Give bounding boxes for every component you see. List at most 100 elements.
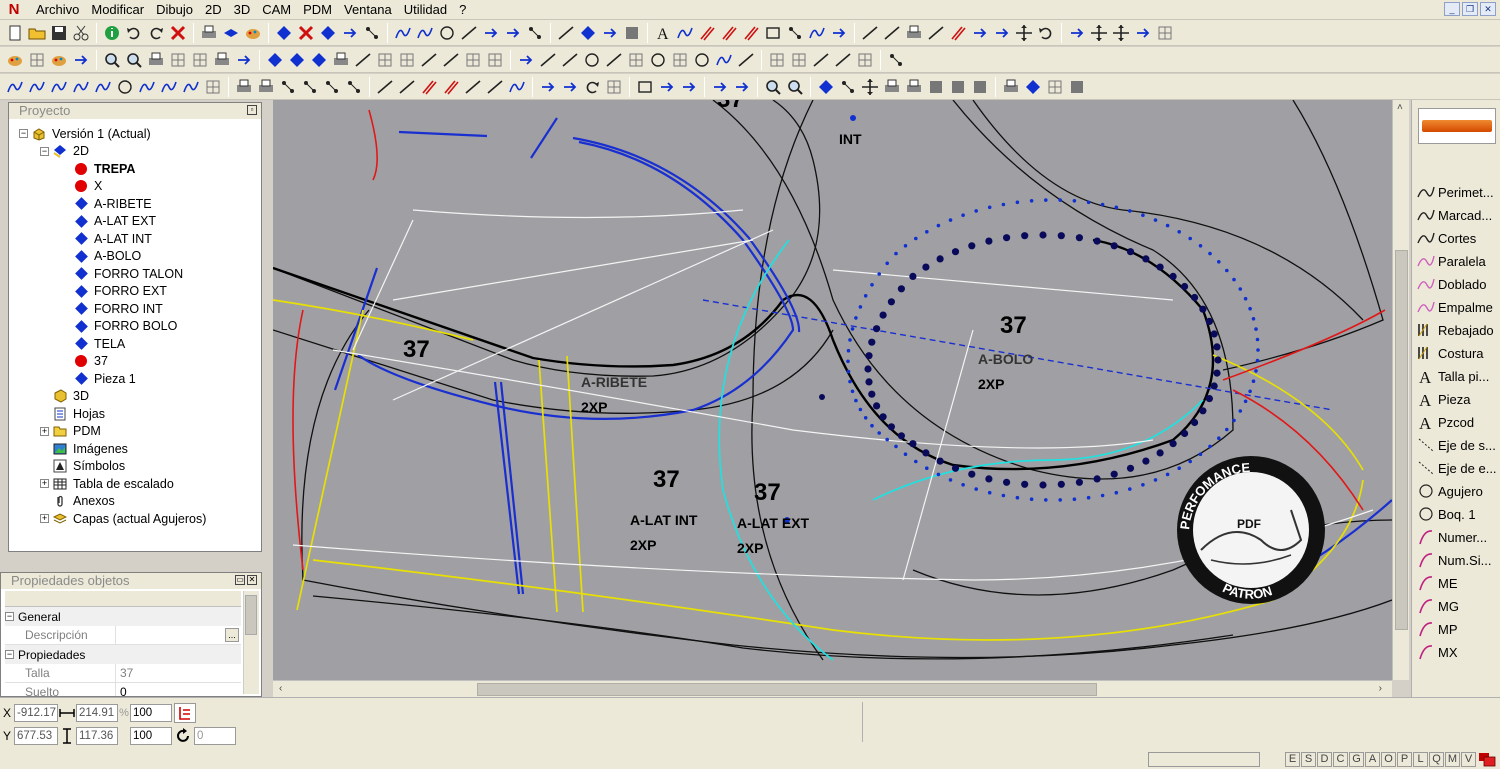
minimize-icon[interactable]: _ [1444,2,1460,16]
menu-2d[interactable]: 2D [199,0,228,20]
redo-icon[interactable] [581,76,603,98]
arrow-icon[interactable] [537,76,559,98]
status-toggle-s[interactable]: S [1301,752,1316,767]
parallel-icon[interactable] [440,76,462,98]
tree-item-pieza-1[interactable]: Pieza 1 [19,370,261,388]
print-icon[interactable] [233,76,255,98]
tree-item-forro-talon[interactable]: FORRO TALON [19,265,261,283]
circle-icon[interactable] [114,76,136,98]
collapse-icon[interactable]: − [5,612,14,621]
ruler-icon[interactable] [174,703,196,723]
line-icon[interactable] [440,49,462,71]
close-icon[interactable]: ✕ [1480,2,1496,16]
line-icon[interactable] [735,49,757,71]
box-icon[interactable] [621,22,643,44]
delete-icon[interactable] [167,22,189,44]
line-icon[interactable] [859,22,881,44]
tool-scale-axis[interactable]: Eje de e... [1416,457,1497,479]
grid-icon[interactable] [669,49,691,71]
tree-item-forro-int[interactable]: FORRO INT [19,300,261,318]
line-icon[interactable] [374,76,396,98]
tool-marker[interactable]: Marcad... [1416,204,1492,226]
tool-cuts[interactable]: Cortes [1416,227,1476,249]
zoom-icon[interactable] [123,49,145,71]
status-toggle-p[interactable]: P [1397,752,1412,767]
y-coordinate-field[interactable]: 677.53 [14,727,58,745]
close-panel-icon[interactable]: ✕ [247,575,257,585]
tree-item-3d[interactable]: 3D [19,388,261,406]
line-icon[interactable] [458,22,480,44]
grid-icon[interactable] [202,76,224,98]
node-icon[interactable] [837,76,859,98]
zoom-field-1[interactable]: 100 [130,704,172,722]
open-folder-icon[interactable] [26,22,48,44]
info-icon[interactable] [101,22,123,44]
status-toggle-e[interactable]: E [1285,752,1300,767]
node-icon[interactable] [885,49,907,71]
curve-icon[interactable] [158,76,180,98]
move-icon[interactable] [859,76,881,98]
node-icon[interactable] [299,76,321,98]
grid-icon[interactable] [189,49,211,71]
scroll-left-icon[interactable]: ‹ [279,683,282,694]
menu-3d[interactable]: 3D [228,0,257,20]
grid-icon[interactable] [854,49,876,71]
canvas-vertical-scrollbar[interactable]: ˄ [1392,100,1409,680]
tool-boq-1[interactable]: Boq. 1 [1416,503,1476,525]
arrow-icon[interactable] [828,22,850,44]
line-icon[interactable] [396,76,418,98]
grid-icon[interactable] [788,49,810,71]
menu-cam[interactable]: CAM [256,0,297,20]
tool-symmetry-axis[interactable]: Eje de s... [1416,434,1496,456]
line-icon[interactable] [537,49,559,71]
tool-mx[interactable]: MX [1416,641,1458,663]
line-icon[interactable] [555,22,577,44]
property-row-talla[interactable]: Talla 37 [5,664,241,683]
canvas-horizontal-scrollbar[interactable]: ‹ › [273,680,1392,697]
line-icon[interactable] [810,49,832,71]
properties-scroll-thumb[interactable] [245,595,257,635]
node-icon[interactable] [361,22,383,44]
restore-icon[interactable]: ❐ [1462,2,1478,16]
text-icon[interactable]: A [652,22,674,44]
menu-pdm[interactable]: PDM [297,0,338,20]
menu-help[interactable]: ? [453,0,472,20]
status-toggle-a[interactable]: A [1365,752,1380,767]
rectangle-icon[interactable] [762,22,784,44]
move-icon[interactable] [1110,22,1132,44]
float-icon[interactable]: ▭ [235,575,245,585]
tool-seam[interactable]: Costura [1416,342,1484,364]
property-value-talla[interactable]: 37 [115,664,241,682]
tool-me[interactable]: ME [1416,572,1458,594]
paint-icon[interactable] [242,22,264,44]
line-icon[interactable] [603,49,625,71]
pin-icon[interactable]: ▫ [247,105,257,115]
arrow-icon[interactable] [1132,22,1154,44]
grid-icon[interactable] [603,76,625,98]
curve-icon[interactable] [674,22,696,44]
circle-icon[interactable] [647,49,669,71]
parallel-icon[interactable] [418,76,440,98]
box-icon[interactable] [947,76,969,98]
arrow-icon[interactable] [339,22,361,44]
expand-icon[interactable]: + [40,479,49,489]
curve-icon[interactable] [70,76,92,98]
dx-field[interactable]: 214.91 [76,704,118,722]
tree-item-37[interactable]: 37 [19,353,261,371]
layer-icon[interactable] [220,22,242,44]
line-icon[interactable] [462,76,484,98]
box-icon[interactable] [1066,76,1088,98]
tool-perimeter[interactable]: Perimet... [1416,181,1494,203]
grid-icon[interactable] [625,49,647,71]
status-toggle-q[interactable]: Q [1429,752,1444,767]
tree-item-im-genes[interactable]: Imágenes [19,440,261,458]
node-icon[interactable] [343,76,365,98]
arrow-icon[interactable] [731,76,753,98]
arrow-icon[interactable] [599,22,621,44]
grid-icon[interactable] [396,49,418,71]
parallel-icon[interactable] [718,22,740,44]
undo-icon[interactable] [123,22,145,44]
status-toggle-l[interactable]: L [1413,752,1428,767]
properties-scrollbar[interactable] [243,591,259,694]
tree-item-tela[interactable]: TELA [19,335,261,353]
